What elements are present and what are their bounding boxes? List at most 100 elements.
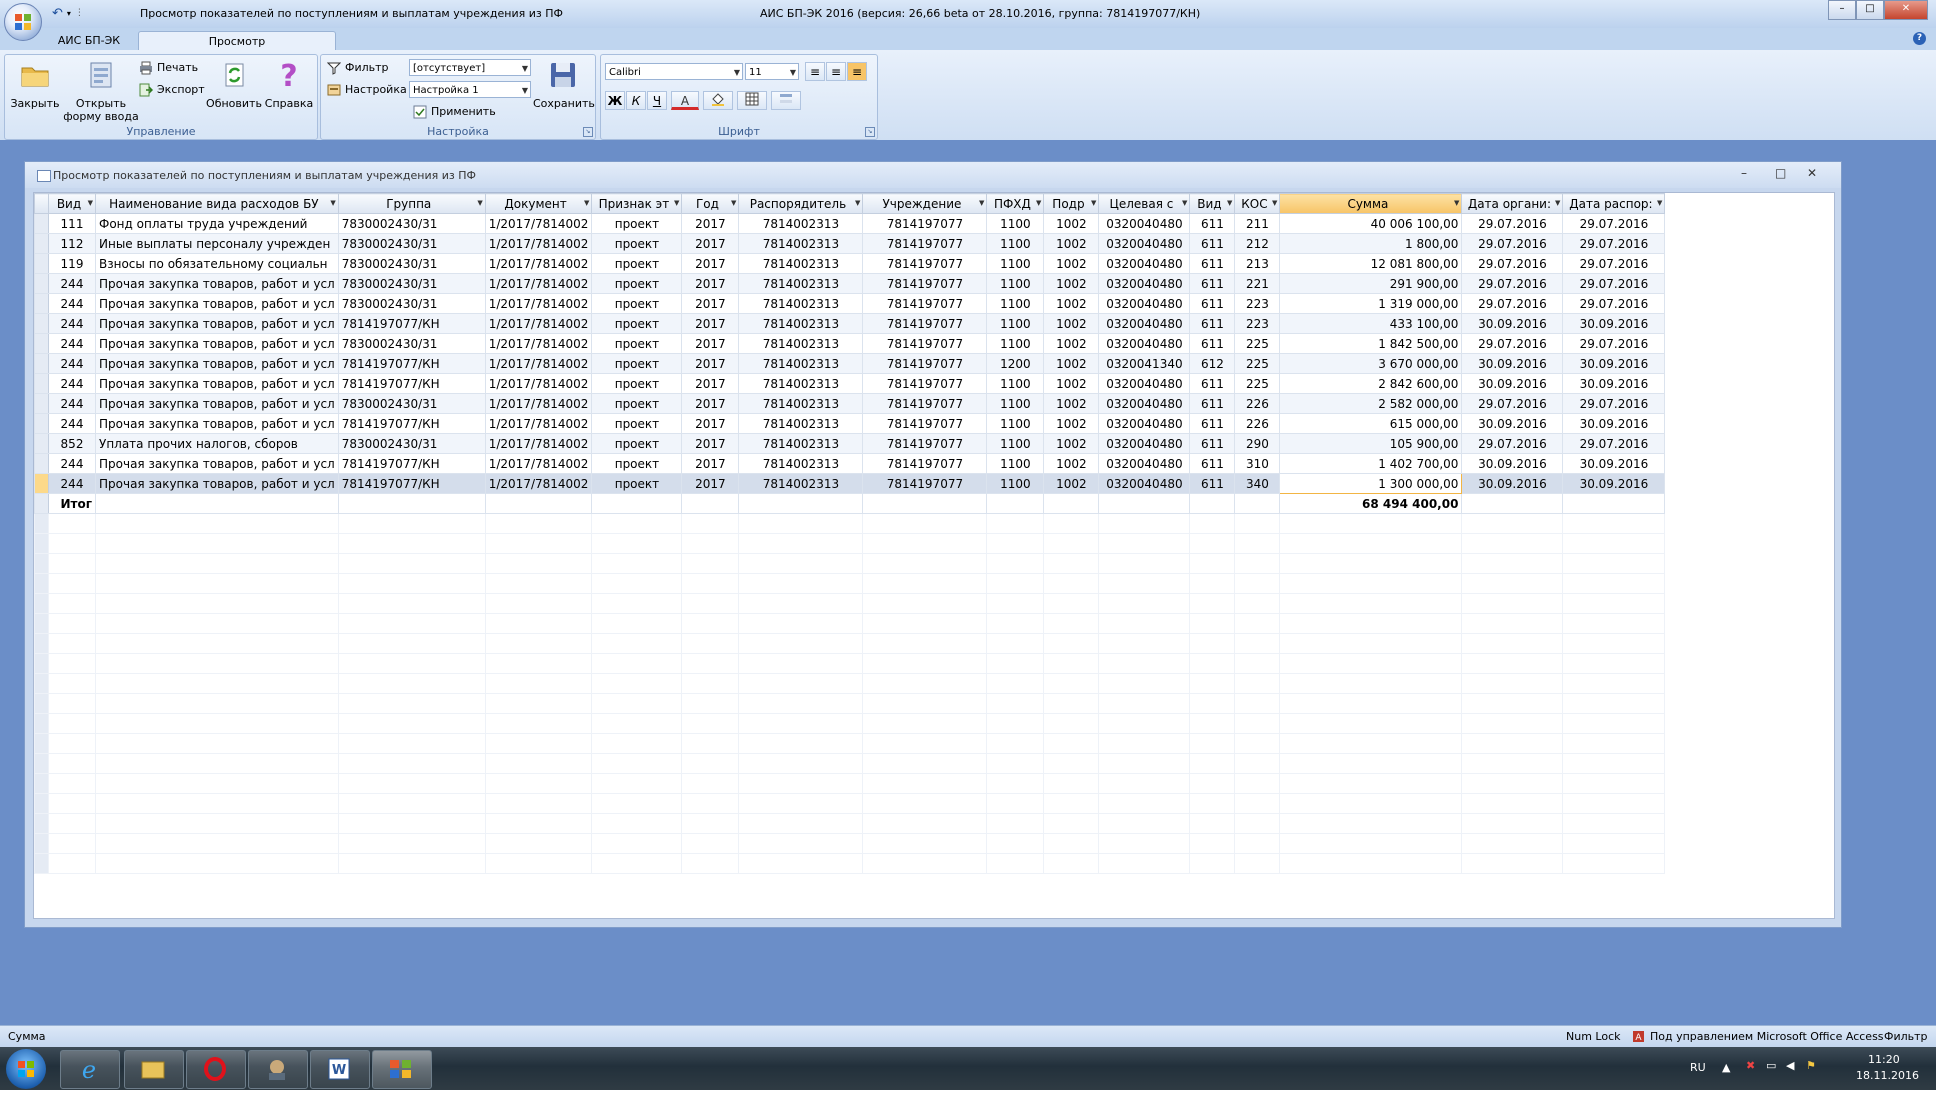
column-dropdown-icon[interactable]: ▼ — [731, 199, 736, 207]
table-cell[interactable]: 7814197077 — [862, 393, 988, 414]
table-cell[interactable]: 30.09.2016 — [1562, 353, 1666, 374]
table-cell[interactable]: 611 — [1189, 293, 1236, 314]
table-cell[interactable]: 1002 — [1043, 313, 1100, 334]
table-cell[interactable]: 1100 — [986, 253, 1045, 274]
table-cell[interactable]: Прочая закупка товаров, работ и усл — [95, 393, 339, 414]
column-dropdown-icon[interactable]: ▼ — [330, 199, 335, 207]
table-cell[interactable]: 0320040480 — [1098, 473, 1191, 494]
table-cell[interactable]: 611 — [1189, 433, 1236, 454]
table-cell[interactable]: 119 — [48, 253, 96, 274]
table-cell[interactable]: 7814197077 — [862, 353, 988, 374]
table-cell[interactable]: 611 — [1189, 253, 1236, 274]
table-cell[interactable]: 29.07.2016 — [1562, 233, 1666, 254]
table-cell[interactable]: 7814197077 — [862, 293, 988, 314]
table-cell[interactable]: 1100 — [986, 393, 1045, 414]
row-selector[interactable] — [34, 233, 49, 254]
column-dropdown-icon[interactable]: ▼ — [1091, 199, 1096, 207]
table-cell[interactable]: 611 — [1189, 333, 1236, 354]
table-cell[interactable]: 7814197077 — [862, 233, 988, 254]
filter-button[interactable]: Фильтр — [325, 59, 389, 77]
table-cell[interactable]: 1100 — [986, 433, 1045, 454]
table-row[interactable]: 244 Прочая закупка товаров, работ и усл 78… — [34, 453, 1666, 474]
table-cell[interactable]: 1100 — [986, 373, 1045, 394]
table-cell[interactable]: 1100 — [986, 473, 1045, 494]
table-cell[interactable]: 2017 — [681, 253, 740, 274]
table-cell[interactable]: 611 — [1189, 233, 1236, 254]
volume-icon[interactable]: ◀ — [1786, 1059, 1794, 1072]
table-cell[interactable]: Фонд оплаты труда учреждений — [95, 213, 339, 234]
table-cell[interactable]: 30.09.2016 — [1562, 473, 1666, 494]
table-cell[interactable]: 611 — [1189, 393, 1236, 414]
table-cell[interactable]: 0320040480 — [1098, 213, 1191, 234]
table-cell[interactable]: проект — [591, 313, 683, 334]
table-cell[interactable]: проект — [591, 393, 683, 414]
column-header[interactable]: Группа ▼ — [337, 193, 486, 214]
table-cell[interactable]: 290 — [1234, 433, 1281, 454]
table-cell[interactable]: 1002 — [1043, 213, 1100, 234]
table-cell[interactable]: Прочая закупка товаров, работ и усл — [95, 293, 339, 314]
table-cell[interactable]: Прочая закупка товаров, работ и усл — [95, 273, 339, 294]
table-cell[interactable]: 244 — [48, 413, 96, 434]
table-cell[interactable]: 611 — [1189, 313, 1236, 334]
table-cell[interactable]: 2017 — [681, 233, 740, 254]
table-cell[interactable]: 7814197077 — [862, 473, 988, 494]
table-cell[interactable]: 225 — [1234, 333, 1281, 354]
help-icon[interactable]: ? — [1913, 32, 1926, 45]
align-center-button[interactable]: ≡ — [826, 62, 846, 81]
table-cell[interactable]: 1002 — [1043, 273, 1100, 294]
table-cell[interactable]: 0320041340 — [1098, 353, 1191, 374]
table-cell[interactable]: 29.07.2016 — [1461, 273, 1564, 294]
font-name-select[interactable]: Calibri ▼ — [605, 63, 743, 80]
table-cell[interactable]: 0320040480 — [1098, 293, 1191, 314]
table-cell[interactable]: 7814002313 — [738, 393, 864, 414]
table-cell[interactable]: 611 — [1189, 213, 1236, 234]
row-selector[interactable] — [34, 473, 49, 494]
table-cell[interactable]: 2017 — [681, 313, 740, 334]
taskbar-word[interactable]: W — [310, 1050, 370, 1089]
table-cell[interactable]: проект — [591, 473, 683, 494]
row-selector[interactable] — [34, 373, 49, 394]
column-dropdown-icon[interactable]: ▼ — [477, 199, 482, 207]
table-cell[interactable]: 7814002313 — [738, 333, 864, 354]
table-row[interactable]: 112 Иные выплаты персоналу учрежден 783000… — [34, 233, 1666, 254]
table-row[interactable]: 244 Прочая закупка товаров, работ и усл 78… — [34, 393, 1666, 414]
table-cell[interactable]: 29.07.2016 — [1461, 393, 1564, 414]
align-left-button[interactable]: ≡ — [805, 62, 825, 81]
table-cell[interactable]: проект — [591, 413, 683, 434]
table-row[interactable]: 119 Взносы по обязательному социальн 78300… — [34, 253, 1666, 274]
table-cell[interactable]: 612 — [1189, 353, 1236, 374]
table-cell[interactable]: 2017 — [681, 393, 740, 414]
fill-color-button[interactable] — [703, 91, 733, 110]
column-dropdown-icon[interactable]: ▼ — [1272, 199, 1277, 207]
column-header[interactable]: Дата распор: ▼ — [1562, 193, 1666, 214]
setup-select[interactable]: Настройка 1 ▼ — [409, 81, 531, 98]
table-cell[interactable]: 2017 — [681, 293, 740, 314]
apply-button[interactable]: Применить — [411, 103, 496, 121]
table-cell[interactable]: 0320040480 — [1098, 253, 1191, 274]
table-cell[interactable]: 7814197077 — [862, 213, 988, 234]
row-selector[interactable] — [34, 393, 49, 414]
table-cell[interactable]: Прочая закупка товаров, работ и усл — [95, 353, 339, 374]
table-cell[interactable]: 611 — [1189, 473, 1236, 494]
table-row[interactable]: 244 Прочая закупка товаров, работ и усл 78… — [34, 333, 1666, 354]
table-cell[interactable]: 7814197077 — [862, 273, 988, 294]
tab-view[interactable]: Просмотр — [138, 31, 336, 51]
table-cell[interactable]: 0320040480 — [1098, 433, 1191, 454]
table-cell[interactable]: 7814002313 — [738, 213, 864, 234]
table-cell[interactable]: 7814197077 — [862, 333, 988, 354]
office-button[interactable] — [4, 3, 42, 41]
column-header[interactable]: Учреждение ▼ — [862, 193, 988, 214]
table-row[interactable]: 244 Прочая закупка товаров, работ и усл 78… — [34, 373, 1666, 394]
table-cell[interactable]: Прочая закупка товаров, работ и усл — [95, 473, 339, 494]
column-dropdown-icon[interactable]: ▼ — [674, 199, 679, 207]
table-cell[interactable]: 29.07.2016 — [1461, 253, 1564, 274]
table-cell[interactable]: проект — [591, 273, 683, 294]
table-cell[interactable]: 7830002430/31 — [337, 433, 486, 454]
table-cell[interactable]: 1/2017/7814002 — [484, 373, 593, 394]
tab-ais[interactable]: АИС БП-ЭК — [50, 31, 128, 50]
table-cell[interactable]: 1002 — [1043, 393, 1100, 414]
table-cell[interactable]: 0320040480 — [1098, 393, 1191, 414]
table-cell[interactable]: 1100 — [986, 233, 1045, 254]
row-selector[interactable] — [34, 313, 49, 334]
table-cell[interactable]: 7814197077 — [862, 453, 988, 474]
